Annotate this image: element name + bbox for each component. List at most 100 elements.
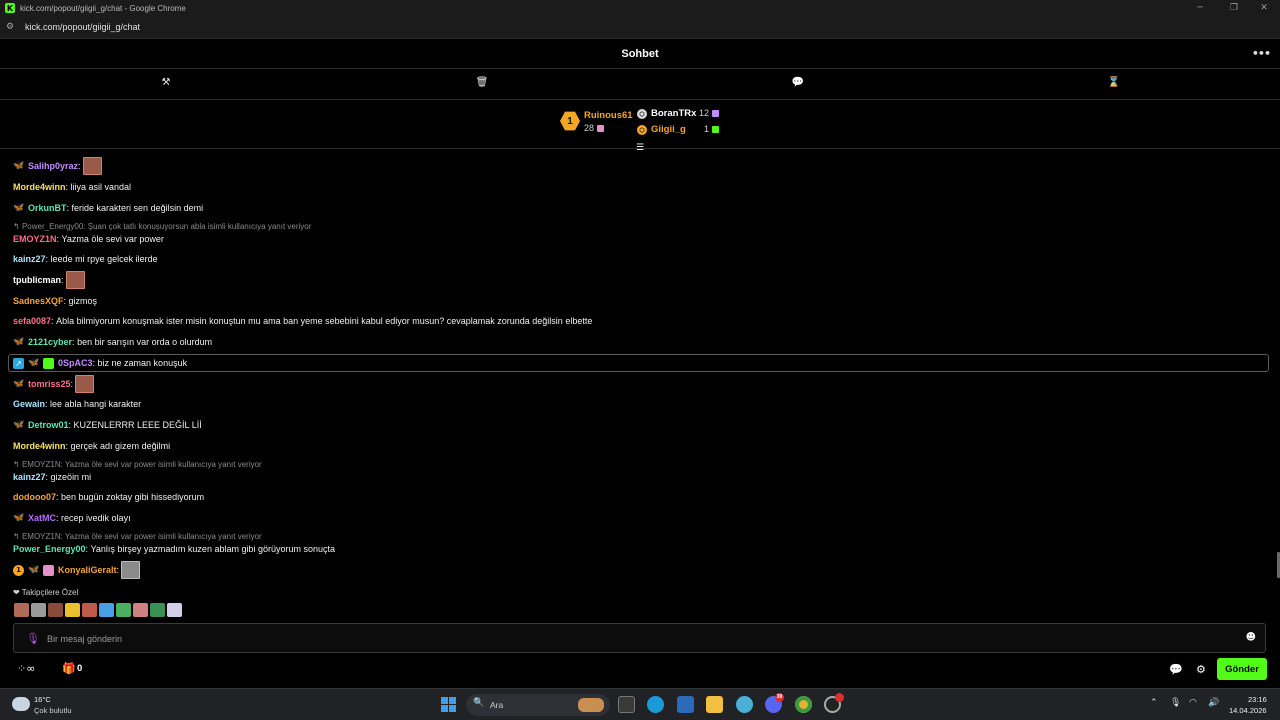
message-username[interactable]: Morde4winn [13,182,66,192]
emote-icon[interactable] [31,603,46,617]
message-text: biz ne zaman konuşuk [97,358,188,368]
send-button[interactable]: Gönder [1217,658,1267,680]
cloud-icon[interactable] [12,697,30,711]
wifi-icon[interactable]: ◠ [1189,698,1197,708]
message-username[interactable]: 0SpAC3 [58,358,93,368]
emote-icon[interactable] [82,603,97,617]
more-options-icon[interactable]: ••• [1252,47,1271,60]
edge-browser-icon[interactable] [647,696,664,713]
chat-message[interactable]: 🦋 tomriss25: [13,374,95,394]
channel-points-icon[interactable]: ⁘∞ [17,662,35,675]
message-username[interactable]: Gewain [13,399,45,409]
gifter-badge-icon [43,564,54,576]
settings-gear-icon[interactable]: ⚙ [1196,663,1206,676]
chat-message[interactable]: Gewain: lee abla hangi karakter [13,394,141,414]
chevron-up-icon[interactable]: ⌃ [1150,698,1158,708]
network-app-icon[interactable] [736,696,753,713]
emote-icon[interactable] [99,603,114,617]
address-bar[interactable]: ⚙ kick.com/popout/giigii_g/chat [0,16,1280,38]
message-username[interactable]: kainz27 [13,472,46,482]
clock-date[interactable]: 14.04.2026 [1229,706,1267,715]
leaderboard-third-name[interactable]: Giigii_g [651,124,686,135]
message-username[interactable]: XatMC [28,513,56,523]
message-username[interactable]: Detrow01 [28,420,69,430]
message-text: KUZENLERRR LEEE DEĞİL Lİİ [73,420,202,430]
chat-message[interactable]: 🦋 XatMC: recep ivedik olayı [13,508,131,528]
chat-bubble-icon[interactable]: 💬 [791,77,805,91]
hourglass-icon[interactable]: ⌛ [1107,77,1121,91]
microphone-icon[interactable]: 🎙 [1170,698,1181,708]
chat-message[interactable]: EMOYZ1N: Yazma öle sevi var power [13,229,164,249]
chat-message[interactable]: 🦋 2121cyber: ben bir sarışın var orda o … [13,332,212,352]
emoji-icon[interactable]: ☻ [1246,632,1256,643]
emote-icon[interactable] [167,603,182,617]
chat-message[interactable]: Morde4winn: liiya asil vandal [13,177,131,197]
emote-icon [65,271,85,289]
site-settings-icon[interactable]: ⚙ [6,22,16,32]
message-input[interactable] [47,631,1227,647]
message-username[interactable]: kainz27 [13,254,46,264]
rank-two-icon: ⬡ [637,109,647,119]
chat-message[interactable]: kainz27: gizeöin mi [13,467,91,487]
chat-message[interactable]: 🦋 Detrow01: KUZENLERRR LEEE DEĞİL Lİİ [13,415,202,435]
minimize-icon[interactable]: ─ [1184,0,1216,16]
weather-temperature[interactable]: 16°C [34,695,51,704]
message-username[interactable]: OrkunBT [28,203,67,213]
message-text: liiya asil vandal [70,182,132,192]
emote-icon[interactable] [48,603,63,617]
url-text[interactable]: kick.com/popout/giigii_g/chat [25,22,140,32]
windows-taskbar: 16°C Çok bulutlu 🔍 Ara 39 ⌃ 🎙 ◠ 🔊 23:16 … [0,688,1280,720]
emote-icon[interactable] [133,603,148,617]
clock-time[interactable]: 23:16 [1248,695,1267,704]
subscriber-badge-icon: 🦋 [13,202,25,213]
task-view-icon[interactable] [618,696,635,713]
chat-message[interactable]: dodooo07: ben bugün zoktay gibi hissediy… [13,487,204,507]
store-icon[interactable] [677,696,694,713]
microphone-icon[interactable]: 🎙 [26,632,40,645]
chat-message[interactable]: 🦋 Salihp0yraz: [13,156,102,176]
message-username[interactable]: dodooo07 [13,492,56,502]
chat-message[interactable]: Power_Energy00: Yanlış birşey yazmadım k… [13,539,335,559]
maximize-icon[interactable]: ❐ [1218,0,1250,16]
weather-description[interactable]: Çok bulutlu [34,706,72,715]
chat-message[interactable]: SadnesXQF: gizmoş [13,291,97,311]
message-username[interactable]: tomriss25 [28,379,71,389]
expand-chevron-icon[interactable]: ☰ [634,143,646,153]
message-input-box: 🎙 ☻ [13,623,1266,653]
message-username[interactable]: sefa0087 [13,316,51,326]
leaderboard-second-name[interactable]: BoranTRx [651,108,696,119]
chat-message[interactable]: kainz27: leede mi rpye gelcek ilerde [13,249,158,269]
leaderboard-first-name[interactable]: Ruinous61 [584,110,633,121]
chat-message[interactable]: sefa0087: Abla bilmiyorum konuşmak ister… [13,311,592,331]
chat-message[interactable]: Morde4winn: gerçek adı gizem değilmi [13,436,170,456]
message-username[interactable]: Salihp0yraz [28,161,78,171]
message-username[interactable]: Morde4winn [13,441,66,451]
volume-icon[interactable]: 🔊 [1208,698,1219,708]
windows-start-icon[interactable] [441,697,456,712]
leaderboard-first-count: 28 [584,123,605,133]
message-username[interactable]: SadnesXQF [13,296,64,306]
close-icon[interactable]: ✕ [1248,0,1280,16]
file-explorer-icon[interactable] [706,696,723,713]
emote-icon [75,375,95,393]
emote-icon[interactable] [14,603,29,617]
chat-message[interactable]: ↗ 🦋 0SpAC3: biz ne zaman konuşuk [13,353,187,373]
chat-message[interactable]: tpublicman: [13,270,85,290]
gift-icon[interactable]: 🎁 [62,662,76,675]
emote-icon[interactable] [116,603,131,617]
hammer-icon[interactable]: ⚒ [159,77,173,91]
message-username[interactable]: EMOYZ1N [13,234,57,244]
message-username[interactable]: KonyaliGeralt [58,565,117,575]
message-username[interactable]: Power_Energy00 [13,544,86,554]
chrome-icon[interactable] [795,696,812,713]
chat-message[interactable]: 1 🦋 KonyaliGeralt: [13,560,141,580]
chat-message[interactable]: 🦋 OrkunBT: feride karakteri sen değilsin… [13,198,203,218]
message-username[interactable]: 2121cyber [28,337,72,347]
emote-icon[interactable] [150,603,165,617]
chat-bubble-icon[interactable]: 💬 [1169,663,1183,676]
trash-icon[interactable]: 🗑 [475,77,489,91]
taskbar-search[interactable]: 🔍 Ara [466,694,610,716]
chat-bottom-bar: ⁘∞ 🎁 0 💬 ⚙ [0,656,1280,684]
emote-icon[interactable] [65,603,80,617]
message-username[interactable]: tpublicman [13,275,61,285]
